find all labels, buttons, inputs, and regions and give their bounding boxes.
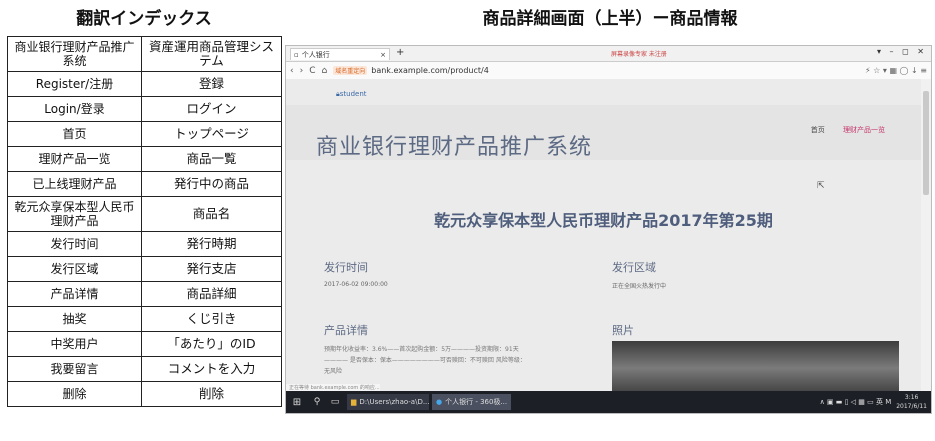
chinese-term: 首页 <box>7 121 142 147</box>
clock-date: 2017/6/11 <box>896 403 927 410</box>
chinese-term: 我要留言 <box>7 356 142 382</box>
tab-label: 个人银行 <box>301 50 330 59</box>
tray-icons[interactable]: ∧ ▣ ▬ ▯ ◁ ▦ ▭ 英 M <box>820 397 892 407</box>
chinese-term: 发行区域 <box>7 256 142 282</box>
japanese-term: 発行中の商品 <box>141 171 282 197</box>
clock[interactable]: 3:16 2017/6/11 <box>896 393 927 411</box>
current-user[interactable]: 🔒︎student <box>336 90 367 99</box>
translation-row: 抽奖 くじ引き <box>7 306 282 332</box>
address-bar[interactable]: 域名重定向 bank.example.com/product/4 <box>333 65 489 77</box>
status-bar: 正在等待 bank.example.com 的响应... <box>286 384 380 391</box>
navigation-bar: ‹ › C ⌂ 域名重定向 bank.example.com/product/4… <box>286 62 931 80</box>
close-tab-icon[interactable]: × <box>380 51 386 59</box>
product-detail-text: 预期年化收益率：3.6%——首次起购金额：5万————投资期限：91天———— … <box>324 346 526 375</box>
windows-start-icon[interactable]: ⊞ <box>286 397 308 408</box>
translation-row: 产品详情 商品詳細 <box>7 281 282 307</box>
url-text[interactable]: bank.example.com/product/4 <box>371 66 489 75</box>
reload-icon[interactable]: C <box>309 66 315 76</box>
screenshot-title: 商品詳細画面（上半）ー商品情報 <box>482 9 738 29</box>
chinese-term: 已上线理财产品 <box>7 171 142 197</box>
translation-row: 发行时间 発行時期 <box>7 231 282 257</box>
chinese-term: 抽奖 <box>7 306 142 332</box>
window-controls[interactable]: ▾ – ◻ ✕ <box>877 47 927 56</box>
issue-region-value: 正在全国火热发行中 <box>612 283 667 290</box>
forward-icon[interactable]: › <box>300 66 304 76</box>
site-header: 商业银行理财产品推广系统 首页 理财产品一览 <box>286 105 921 160</box>
system-tray: ∧ ▣ ▬ ▯ ◁ ▦ ▭ 英 M 3:16 2017/6/11 <box>820 393 931 411</box>
username: student <box>339 90 367 98</box>
redirect-badge: 域名重定向 <box>333 66 368 75</box>
translation-row: 理财产品一览 商品一覧 <box>7 146 282 172</box>
page-icon: ▫ <box>294 50 299 59</box>
new-tab-button[interactable]: + <box>396 47 404 58</box>
japanese-term: 商品詳細 <box>141 281 282 307</box>
back-icon[interactable]: ‹ <box>290 66 294 76</box>
task-view-icon[interactable]: ▭ <box>326 397 344 407</box>
browser-icon: ● <box>436 398 443 406</box>
tab-bar: ▫ 个人银行 × + 屏幕录像专家 未注册 ▾ – ◻ ✕ <box>286 46 931 62</box>
nav-product-list-link[interactable]: 理财产品一览 <box>843 126 885 134</box>
product-detail-label: 产品详情 <box>324 324 368 337</box>
top-nav: 首页 理财产品一览 <box>795 125 885 135</box>
page-content: 🔒︎student 商业银行理财产品推广系统 首页 理财产品一览 ⇱ 乾元众享保… <box>286 79 921 401</box>
translation-row: Login/登录 ログイン <box>7 96 282 122</box>
site-name: 商业银行理财产品推广系统 <box>316 135 593 160</box>
taskbar-browser[interactable]: ● 个人银行 - 360极... <box>432 394 512 410</box>
issue-region-label: 发行区域 <box>612 261 656 274</box>
japanese-term: 商品一覧 <box>141 146 282 172</box>
translation-row: 发行区域 発行支店 <box>7 256 282 282</box>
japanese-term: 登録 <box>141 71 282 97</box>
japanese-term: ログイン <box>141 96 282 122</box>
folder-icon: ▆ <box>351 398 357 406</box>
chinese-term: 乾元众享保本型人民币理财产品 <box>7 196 142 232</box>
translation-row: 删除 削除 <box>7 381 282 407</box>
index-title: 翻訳インデックス <box>76 9 212 29</box>
translation-row: 已上线理财产品 発行中の商品 <box>7 171 282 197</box>
toolbar-icons[interactable]: ⚡ ☆ ▾ ▦ ◯ ↓ ≡ <box>865 66 927 75</box>
translation-row: 我要留言 コメントを入力 <box>7 356 282 382</box>
vertical-scrollbar[interactable] <box>921 79 931 391</box>
taskbar-explorer[interactable]: ▆ D:\Users\zhao-a\D... <box>347 394 429 410</box>
translation-row: Register/注册 登録 <box>7 71 282 97</box>
browser-screenshot: ▫ 个人银行 × + 屏幕录像专家 未注册 ▾ – ◻ ✕ ‹ › C ⌂ 域名… <box>285 45 932 414</box>
photo-label: 照片 <box>612 324 634 337</box>
recorder-watermark: 屏幕录像专家 未注册 <box>611 51 667 58</box>
search-icon[interactable]: ⚲ <box>308 397 326 407</box>
japanese-term: 商品名 <box>141 196 282 232</box>
japanese-term: 「あたり」のID <box>141 331 282 357</box>
japanese-term: くじ引き <box>141 306 282 332</box>
japanese-term: コメントを入力 <box>141 356 282 382</box>
chinese-term: Login/登录 <box>7 96 142 122</box>
taskbar: ⊞ ⚲ ▭ ▆ D:\Users\zhao-a\D... ● 个人银行 - 36… <box>286 391 931 413</box>
translation-row: 中奖用户 「あたり」のID <box>7 331 282 357</box>
translation-table: 商业银行理财产品推广系统 資産運用商品管理システム Register/注册 登録 Log… <box>7 36 282 407</box>
product-title: 乾元众享保本型人民币理财产品2017年第25期 <box>434 211 773 230</box>
translation-row: 乾元众享保本型人民币理财产品 商品名 <box>7 196 282 232</box>
clock-time: 3:16 <box>904 394 919 401</box>
issue-time-label: 发行时间 <box>324 261 368 274</box>
mouse-cursor-icon: ⇱ <box>817 181 825 191</box>
japanese-term: 削除 <box>141 381 282 407</box>
japanese-term: 発行支店 <box>141 256 282 282</box>
home-icon[interactable]: ⌂ <box>322 66 328 76</box>
taskbar-explorer-label: D:\Users\zhao-a\D... <box>359 398 429 406</box>
issue-time-value: 2017-06-02 09:00:00 <box>324 281 388 288</box>
japanese-term: 発行時期 <box>141 231 282 257</box>
chinese-term: 商业银行理财产品推广系统 <box>7 36 142 72</box>
chinese-term: 删除 <box>7 381 142 407</box>
japanese-term: トップページ <box>141 121 282 147</box>
chinese-term: Register/注册 <box>7 71 142 97</box>
scrollbar-thumb[interactable] <box>923 91 929 195</box>
chinese-term: 产品详情 <box>7 281 142 307</box>
chinese-term: 理财产品一览 <box>7 146 142 172</box>
browser-tab[interactable]: ▫ 个人银行 × <box>290 48 390 60</box>
chinese-term: 中奖用户 <box>7 331 142 357</box>
nav-home-link[interactable]: 首页 <box>811 126 825 134</box>
translation-row: 商业银行理财产品推广系统 資産運用商品管理システム <box>7 36 282 72</box>
chinese-term: 发行时间 <box>7 231 142 257</box>
taskbar-browser-label: 个人银行 - 360极... <box>445 398 508 406</box>
japanese-term: 資産運用商品管理システム <box>141 36 282 72</box>
translation-row: 首页 トップページ <box>7 121 282 147</box>
